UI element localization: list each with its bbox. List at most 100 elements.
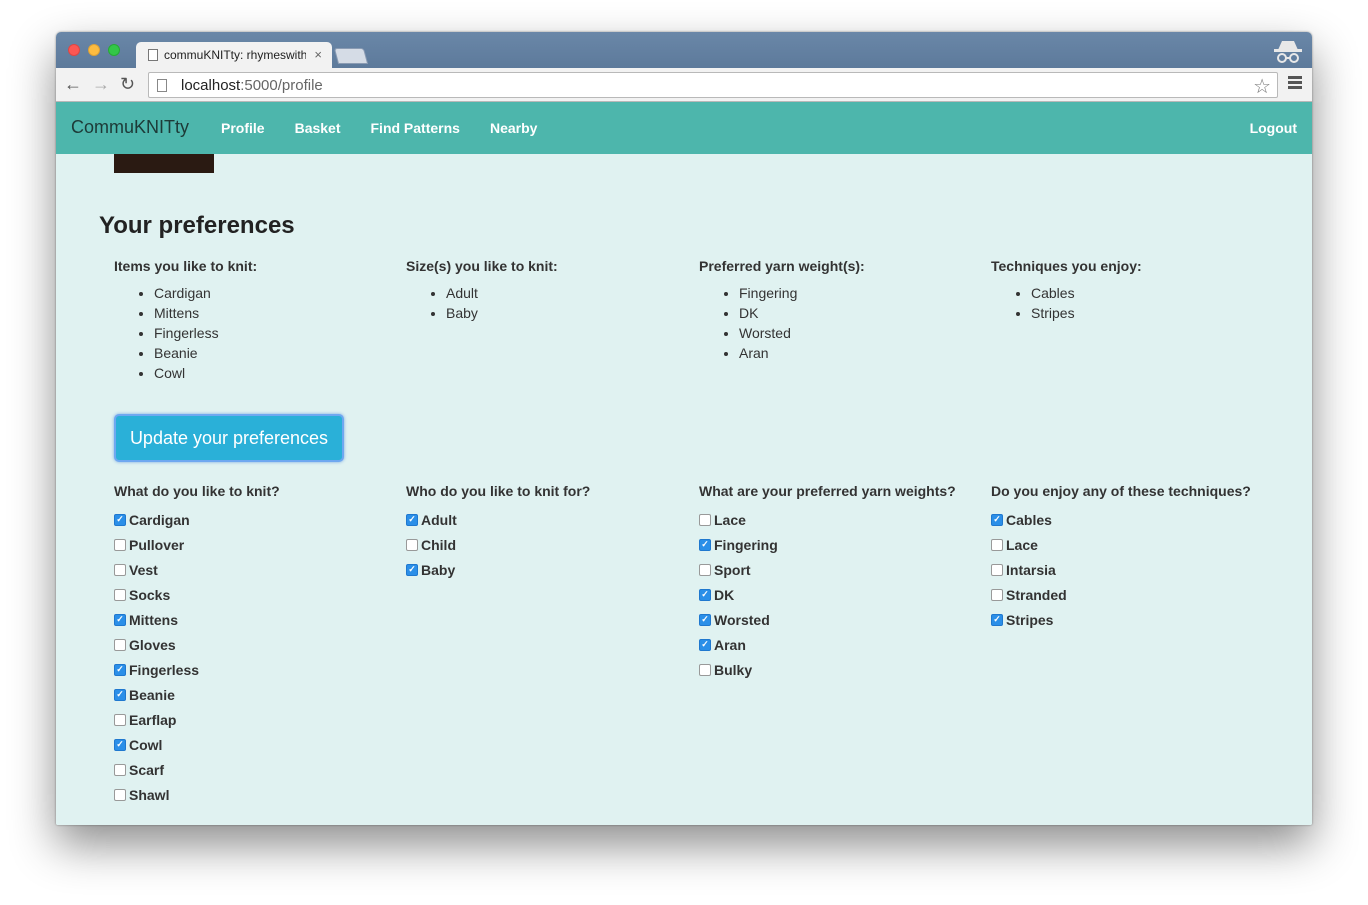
checkbox-option[interactable]: Socks: [114, 582, 394, 607]
checkbox-option[interactable]: ✓ Cables: [991, 507, 1271, 532]
checkbox-label: Aran: [714, 636, 746, 653]
reload-icon[interactable]: ↻: [120, 74, 135, 94]
preference-column-heading: Techniques you enjoy:: [991, 258, 1142, 274]
unchecked-checkbox[interactable]: [114, 638, 126, 651]
page-icon: [148, 49, 158, 61]
checkbox-option[interactable]: Vest: [114, 557, 394, 582]
unchecked-checkbox[interactable]: [406, 538, 418, 551]
checkbox-option[interactable]: ✓ Beanie: [114, 682, 394, 707]
checkbox-label: Mittens: [129, 611, 178, 628]
unchecked-checkbox[interactable]: [699, 513, 711, 526]
checkbox-label: Fingerless: [129, 661, 200, 678]
unchecked-checkbox[interactable]: [699, 663, 711, 676]
list-item: Cables: [1031, 283, 1271, 303]
list-item: Baby: [446, 303, 686, 323]
checkbox-option[interactable]: ✓ Adult: [406, 507, 686, 532]
checked-checkbox[interactable]: ✓: [114, 513, 126, 526]
checkbox-option[interactable]: Sport: [699, 557, 979, 582]
checkbox-option[interactable]: Scarf: [114, 757, 394, 782]
unchecked-checkbox[interactable]: [114, 763, 126, 776]
title-bar: commuKNITty: rhymeswith ×: [56, 32, 1312, 68]
checkbox-label: Shawl: [129, 786, 170, 803]
checkbox-option[interactable]: ✓ Aran: [699, 632, 979, 657]
unchecked-checkbox[interactable]: [114, 538, 126, 551]
list-item: Fingerless: [154, 323, 394, 343]
checked-checkbox[interactable]: ✓: [699, 588, 711, 601]
checkbox-option[interactable]: ✓ Mittens: [114, 607, 394, 632]
checked-checkbox[interactable]: ✓: [114, 688, 126, 701]
form-column: What are your preferred yarn weights? Lac…: [699, 483, 979, 682]
checkbox-option[interactable]: ✓ Worsted: [699, 607, 979, 632]
checkbox-option[interactable]: ✓ DK: [699, 582, 979, 607]
checked-checkbox[interactable]: ✓: [699, 638, 711, 651]
brand-logo[interactable]: CommuKNITty: [71, 117, 189, 138]
app-navbar: CommuKNITty Profile Basket Find Patterns…: [56, 102, 1312, 154]
checked-checkbox[interactable]: ✓: [406, 513, 418, 526]
unchecked-checkbox[interactable]: [114, 588, 126, 601]
page-icon: [157, 78, 167, 92]
list-item: Fingering: [739, 283, 979, 303]
profile-photo: [114, 154, 214, 173]
checkbox-option[interactable]: ✓ Stripes: [991, 607, 1271, 632]
nav-basket-link[interactable]: Basket: [295, 120, 341, 136]
unchecked-checkbox[interactable]: [114, 788, 126, 801]
unchecked-checkbox[interactable]: [114, 713, 126, 726]
checkbox-option[interactable]: Intarsia: [991, 557, 1271, 582]
minimize-window-button[interactable]: [88, 44, 100, 56]
preference-column-heading: Preferred yarn weight(s):: [699, 258, 865, 274]
checked-checkbox[interactable]: ✓: [991, 513, 1003, 526]
preference-column: Preferred yarn weight(s): FingeringDKWors…: [699, 258, 979, 363]
checked-checkbox[interactable]: ✓: [406, 563, 418, 576]
preference-list: CardiganMittensFingerlessBeanieCowl: [114, 283, 394, 383]
checkbox-option[interactable]: Pullover: [114, 532, 394, 557]
maximize-window-button[interactable]: [108, 44, 120, 56]
close-window-button[interactable]: [68, 44, 80, 56]
unchecked-checkbox[interactable]: [991, 588, 1003, 601]
form-column: What do you like to knit? ✓ Cardigan Pullov…: [114, 483, 394, 807]
checkbox-option[interactable]: ✓ Fingering: [699, 532, 979, 557]
checkbox-label: Stripes: [1006, 611, 1054, 628]
checked-checkbox[interactable]: ✓: [114, 663, 126, 676]
tab-close-icon[interactable]: ×: [314, 47, 322, 62]
checkbox-label: Intarsia: [1006, 561, 1056, 578]
browser-menu-icon[interactable]: [1288, 76, 1302, 91]
checkbox-option[interactable]: Stranded: [991, 582, 1271, 607]
checkbox-option[interactable]: ✓ Baby: [406, 557, 686, 582]
checkbox-option[interactable]: Shawl: [114, 782, 394, 807]
preference-column-heading: Size(s) you like to knit:: [406, 258, 558, 274]
nav-profile-link[interactable]: Profile: [221, 120, 265, 136]
checked-checkbox[interactable]: ✓: [699, 613, 711, 626]
checkbox-option[interactable]: ✓ Cardigan: [114, 507, 394, 532]
checkbox-option[interactable]: Gloves: [114, 632, 394, 657]
new-tab-button[interactable]: [333, 48, 369, 64]
checkbox-label: Cables: [1006, 511, 1052, 528]
checkbox-option[interactable]: ✓ Cowl: [114, 732, 394, 757]
nav-find-patterns-link[interactable]: Find Patterns: [371, 120, 460, 136]
logout-link[interactable]: Logout: [1250, 120, 1297, 136]
checkbox-option[interactable]: Lace: [699, 507, 979, 532]
checkbox-option[interactable]: Child: [406, 532, 686, 557]
checkbox-option[interactable]: Lace: [991, 532, 1271, 557]
preference-column: Items you like to knit: CardiganMittensFi…: [114, 258, 394, 383]
back-arrow-icon[interactable]: ←: [64, 74, 82, 94]
unchecked-checkbox[interactable]: [114, 563, 126, 576]
bookmark-star-icon[interactable]: ☆: [1253, 74, 1271, 99]
update-preferences-button[interactable]: Update your preferences: [114, 414, 344, 462]
checked-checkbox[interactable]: ✓: [699, 538, 711, 551]
checked-checkbox[interactable]: ✓: [991, 613, 1003, 626]
unchecked-checkbox[interactable]: [991, 538, 1003, 551]
checkbox-label: Lace: [1006, 536, 1038, 553]
checked-checkbox[interactable]: ✓: [114, 738, 126, 751]
address-bar[interactable]: localhost:5000/profile ☆: [148, 72, 1278, 98]
forward-arrow-icon[interactable]: →: [92, 74, 110, 94]
nav-nearby-link[interactable]: Nearby: [490, 120, 537, 136]
unchecked-checkbox[interactable]: [699, 563, 711, 576]
list-item: DK: [739, 303, 979, 323]
checkbox-option[interactable]: Earflap: [114, 707, 394, 732]
checkbox-option[interactable]: Bulky: [699, 657, 979, 682]
preference-column: Techniques you enjoy: CablesStripes: [991, 258, 1271, 323]
checked-checkbox[interactable]: ✓: [114, 613, 126, 626]
browser-tab[interactable]: commuKNITty: rhymeswith ×: [136, 42, 332, 68]
checkbox-option[interactable]: ✓ Fingerless: [114, 657, 394, 682]
unchecked-checkbox[interactable]: [991, 563, 1003, 576]
